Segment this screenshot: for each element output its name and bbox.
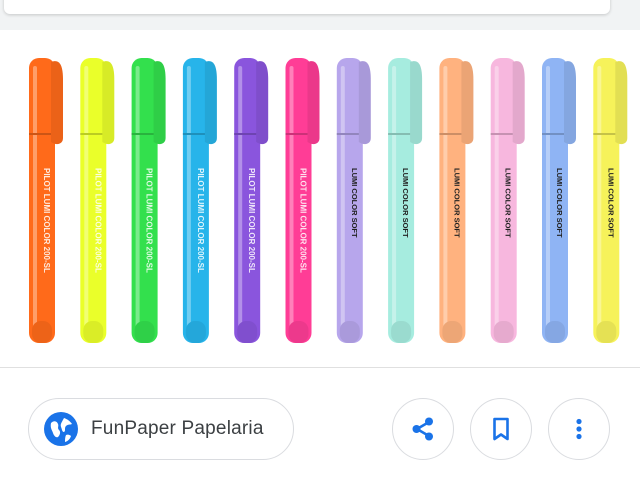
highlighter-pen: LUMI COLOR SOFT	[439, 58, 474, 343]
highlighter-pen: LUMI COLOR SOFT	[542, 58, 576, 343]
highlighter-pen: PILOT LUMI COLOR 200-SL	[285, 58, 320, 343]
highlighter-pen: LUMI COLOR SOFT	[388, 58, 423, 343]
pen-label: LUMI COLOR SOFT	[504, 168, 513, 238]
more-options-button[interactable]	[548, 398, 610, 460]
highlighter-pens-image: PILOT LUMI COLOR 200-SL PILOT LUMI COLOR …	[29, 58, 628, 343]
pen-label: LUMI COLOR SOFT	[350, 168, 359, 238]
pen-label: PILOT LUMI COLOR 200-SL	[196, 168, 205, 273]
bookmark-icon	[493, 417, 509, 441]
highlighter-pen: LUMI COLOR SOFT	[336, 58, 371, 343]
pen-label: PILOT LUMI COLOR 200-SL	[247, 168, 256, 273]
pen-label: PILOT LUMI COLOR 200-SL	[42, 168, 51, 273]
pen-label: PILOT LUMI COLOR 200-SL	[299, 168, 308, 273]
pen-label: LUMI COLOR SOFT	[452, 168, 461, 238]
highlighter-pen: PILOT LUMI COLOR 200-SL	[131, 58, 166, 343]
pen-label: LUMI COLOR SOFT	[401, 168, 410, 238]
share-button[interactable]	[392, 398, 454, 460]
pen-label: PILOT LUMI COLOR 200-SL	[93, 168, 102, 273]
highlighter-pen: LUMI COLOR SOFT	[593, 58, 628, 343]
pen-label: LUMI COLOR SOFT	[555, 168, 564, 238]
previous-result-card-edge	[4, 0, 610, 14]
highlighter-pen: PILOT LUMI COLOR 200-SL	[29, 58, 63, 343]
bottom-action-bar: FunPaper Papelaria	[0, 368, 640, 480]
source-chip[interactable]: FunPaper Papelaria	[28, 398, 294, 460]
result-image[interactable]: PILOT LUMI COLOR 200-SL PILOT LUMI COLOR …	[0, 30, 640, 367]
globe-icon	[44, 412, 78, 446]
highlighter-pen: PILOT LUMI COLOR 200-SL	[182, 58, 217, 343]
previous-result-card	[0, 0, 640, 18]
pen-label: LUMI COLOR SOFT	[606, 168, 615, 238]
save-button[interactable]	[470, 398, 532, 460]
share-icon	[412, 417, 433, 441]
highlighter-pen: PILOT LUMI COLOR 200-SL	[80, 58, 115, 343]
pen-label: PILOT LUMI COLOR 200-SL	[145, 168, 154, 273]
more-vert-icon	[576, 418, 582, 440]
highlighter-pen: LUMI COLOR SOFT	[490, 58, 525, 343]
highlighter-pen: PILOT LUMI COLOR 200-SL	[234, 58, 269, 343]
source-name: FunPaper Papelaria	[91, 418, 264, 439]
